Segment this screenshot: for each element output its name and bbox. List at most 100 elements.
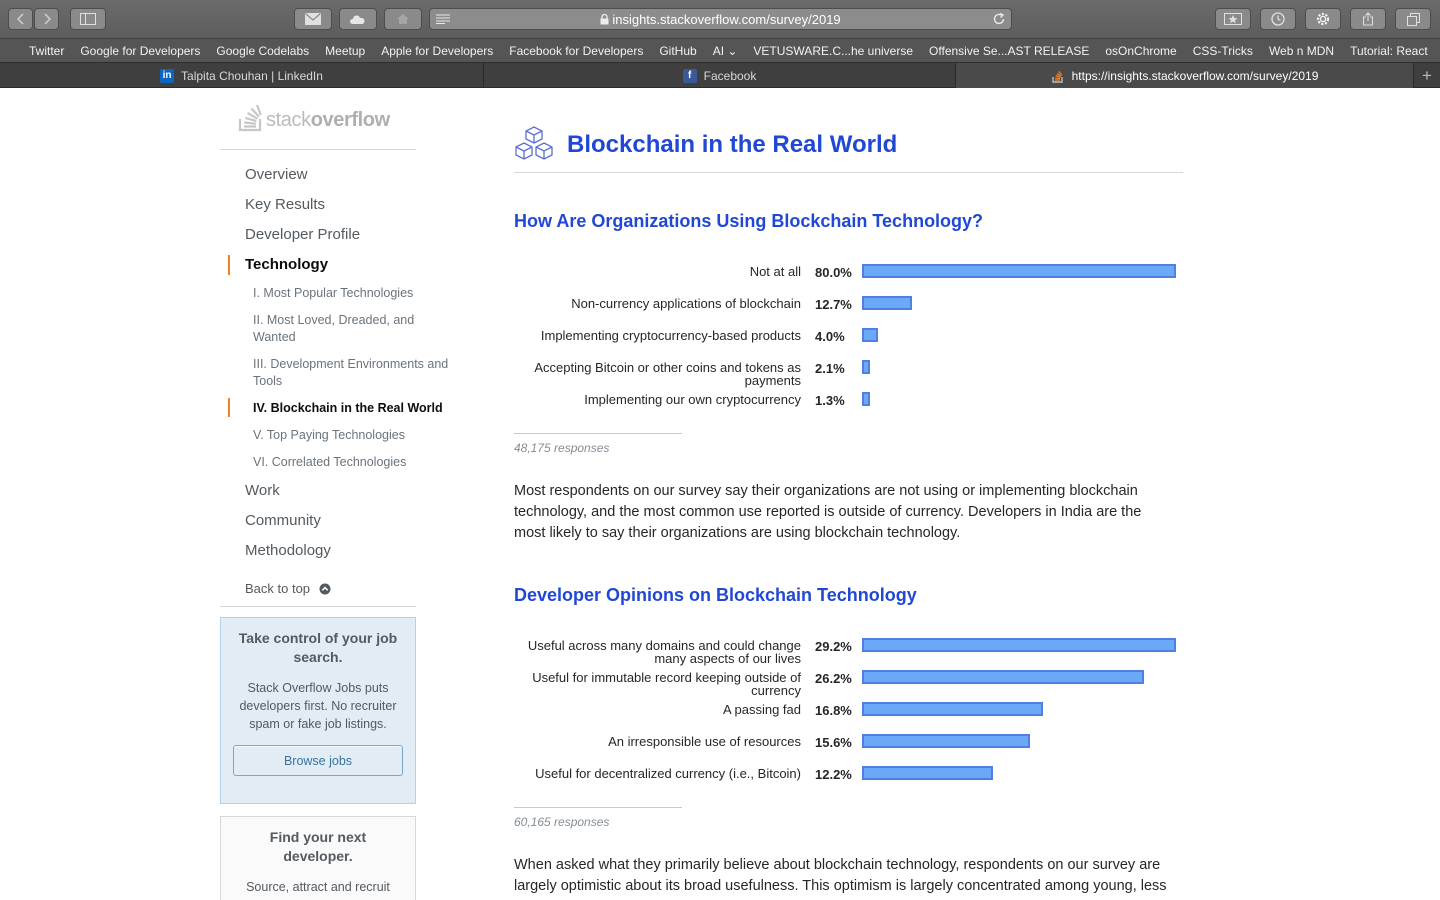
bookmark-vetusware[interactable]: VETUSWARE.C...he universe [753, 44, 913, 58]
nav-item-methodology[interactable]: Methodology [245, 542, 331, 559]
bar-value-label: 29.2% [815, 639, 852, 654]
star-icon [1224, 13, 1242, 25]
bar-label: Non-currency applications of blockchain [571, 296, 801, 311]
bar-label: An irresponsible use of resources [608, 734, 801, 749]
browse-jobs-button[interactable]: Browse jobs [233, 745, 403, 776]
cloud-button[interactable] [339, 8, 377, 30]
bookmark-osonchrome[interactable]: osOnChrome [1105, 44, 1176, 58]
page: stackoverflow Overview Key Results Devel… [0, 88, 1440, 900]
bar-row: Useful for immutable record keeping outs… [514, 670, 1184, 697]
bookmark-web-n-mdn[interactable]: Web n MDN [1269, 44, 1334, 58]
bookmark-apple-for-developers[interactable]: Apple for Developers [381, 44, 493, 58]
history-button[interactable] [1260, 8, 1296, 30]
tabs-overview-button[interactable] [1395, 8, 1431, 30]
bar-row: An irresponsible use of resources 15.6% [514, 734, 1184, 761]
tab-facebook[interactable]: f Facebook [484, 63, 956, 88]
bar-label: Implementing our own cryptocurrency [584, 392, 801, 407]
chevron-left-icon [16, 13, 24, 25]
bar [862, 734, 1030, 748]
browser-toolbar: insights.stackoverflow.com/survey/2019 [0, 0, 1440, 38]
bar-row: Useful across many domains and could cha… [514, 638, 1184, 665]
bar-row: Implementing cryptocurrency-based produc… [514, 328, 1184, 355]
tab-bar: in Talpita Chouhan | LinkedIn f Facebook… [0, 62, 1440, 88]
bookmark-ai-folder[interactable]: AI ⌄ [713, 44, 738, 58]
paragraph-organizations: Most respondents on our survey say their… [514, 483, 1142, 541]
paragraph-opinions: When asked what they primarily believe a… [514, 857, 1167, 894]
stackoverflow-logo[interactable]: stackoverflow [238, 102, 390, 132]
chart-developer-opinions: Useful across many domains and could cha… [514, 638, 1184, 789]
tab-title: https://insights.stackoverflow.com/surve… [1071, 68, 1319, 83]
nav-item-technology[interactable]: Technology [245, 256, 328, 273]
dev-card-body: Source, attract and recruit [246, 880, 390, 894]
nav-sub-top-paying[interactable]: V. Top Paying Technologies [253, 427, 453, 444]
lock-icon [600, 14, 609, 25]
bookmark-facebook-for-developers[interactable]: Facebook for Developers [509, 44, 643, 58]
bar-value-label: 26.2% [815, 671, 852, 686]
home-button[interactable] [384, 8, 422, 30]
bar [862, 328, 878, 342]
nav-sub-blockchain[interactable]: IV. Blockchain in the Real World [253, 400, 453, 417]
nav-item-overview[interactable]: Overview [245, 166, 308, 183]
bookmark-css-tricks[interactable]: CSS-Tricks [1193, 44, 1253, 58]
nav-sub-correlated[interactable]: VI. Correlated Technologies [253, 454, 453, 471]
bookmark-github[interactable]: GitHub [659, 44, 696, 58]
section-title: Blockchain in the Real World [567, 131, 898, 158]
divider [220, 606, 416, 607]
bar [862, 360, 870, 374]
divider [220, 149, 416, 150]
bar-value-label: 16.8% [815, 703, 852, 718]
address-bar[interactable]: insights.stackoverflow.com/survey/2019 [429, 8, 1012, 30]
sidebar-icon [80, 13, 96, 25]
bar-label: Implementing cryptocurrency-based produc… [540, 328, 801, 343]
facebook-icon: f [682, 68, 697, 83]
nav-sub-dev-environments[interactable]: III. Development Environments and Tools [253, 356, 453, 390]
developer-promo-card: Find your next developer. Source, attrac… [220, 816, 416, 900]
url-text[interactable]: insights.stackoverflow.com/survey/2019 [430, 12, 1011, 27]
bookmark-google-codelabs[interactable]: Google Codelabs [216, 44, 309, 58]
nav-item-developer-profile[interactable]: Developer Profile [245, 226, 360, 243]
divider [514, 172, 1183, 173]
back-button[interactable] [8, 8, 33, 30]
reload-icon[interactable] [992, 12, 1006, 26]
cloud-icon [350, 15, 365, 24]
forward-button[interactable] [34, 8, 59, 30]
bar-row: Non-currency applications of blockchain 1… [514, 296, 1184, 323]
chart-organizations-blockchain: Not at all 80.0% Non-currency applications… [514, 264, 1184, 415]
divider [514, 433, 682, 434]
back-to-top-link[interactable]: Back to top [245, 581, 331, 596]
bar-row: Useful for decentralized currency (i.e.,… [514, 766, 1184, 793]
bookmark-google-for-developers[interactable]: Google for Developers [80, 44, 200, 58]
bar-value-label: 12.7% [815, 297, 852, 312]
nav-item-work[interactable]: Work [245, 482, 280, 499]
bookmark-offensive-security[interactable]: Offensive Se...AST RELEASE [929, 44, 1089, 58]
nav-sub-most-loved[interactable]: II. Most Loved, Dreaded, and Wanted [253, 312, 453, 346]
tab-stackoverflow-survey[interactable]: https://insights.stackoverflow.com/surve… [956, 63, 1414, 88]
dev-card-title: Find your next developer. [269, 829, 367, 864]
tab-linkedin[interactable]: in Talpita Chouhan | LinkedIn [0, 63, 484, 88]
mail-button[interactable] [294, 8, 332, 30]
mail-icon [305, 13, 321, 25]
bar-value-label: 4.0% [815, 329, 845, 344]
new-tab-button[interactable]: + [1414, 63, 1440, 88]
chart-title-opinions: Developer Opinions on Blockchain Technol… [514, 585, 917, 605]
tab-title: Talpita Chouhan | LinkedIn [181, 68, 323, 83]
bar-row: Implementing our own cryptocurrency 1.3% [514, 392, 1184, 419]
bookmarks-bar: Twitter Google for Developers Google Cod… [0, 38, 1440, 62]
sidebar-toggle-button[interactable] [70, 8, 106, 30]
bookmark-tutorial-react[interactable]: Tutorial: React [1350, 44, 1428, 58]
stackoverflow-icon [1051, 69, 1065, 83]
nav-item-key-results[interactable]: Key Results [245, 196, 325, 213]
bookmark-twitter[interactable]: Twitter [29, 44, 64, 58]
jobs-card-title: Take control of your job search. [238, 630, 398, 665]
share-button[interactable] [1350, 8, 1386, 30]
chevron-right-icon [43, 13, 51, 25]
tab-title: Facebook [703, 68, 757, 83]
bookmark-meetup[interactable]: Meetup [325, 44, 365, 58]
jobs-card-body: Stack Overflow Jobs puts developers firs… [239, 681, 397, 731]
bar-value-label: 15.6% [815, 735, 852, 750]
nav-sub-most-popular[interactable]: I. Most Popular Technologies [253, 285, 453, 302]
settings-button[interactable] [1305, 8, 1341, 30]
nav-item-community[interactable]: Community [245, 512, 321, 529]
share-icon [1363, 12, 1373, 26]
bookmark-star-button[interactable] [1215, 8, 1251, 30]
